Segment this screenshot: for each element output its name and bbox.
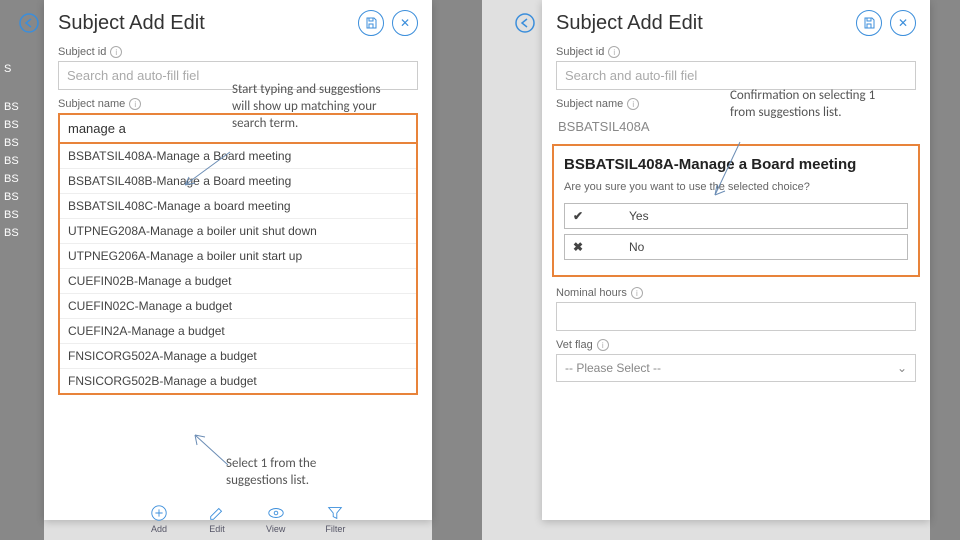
info-icon[interactable]: i	[631, 287, 643, 299]
modal-title: Subject Add Edit	[58, 12, 205, 35]
close-button[interactable]: ✕	[392, 10, 418, 36]
annotation-select: Select 1 from the suggestions list.	[226, 456, 376, 490]
background-mid	[432, 0, 482, 540]
annotation-confirm: Confirmation on selecting 1 from suggest…	[730, 88, 880, 122]
vet-flag-label: Vet flag i	[556, 339, 916, 351]
confirm-no-button[interactable]: ✖ No	[564, 234, 908, 260]
subject-id-label: Subject id i	[556, 46, 916, 58]
subject-id-input[interactable]	[556, 61, 916, 90]
save-button[interactable]	[856, 10, 882, 36]
footer-toolbar: Add Edit View Filter	[150, 504, 345, 534]
vet-flag-select[interactable]: -- Please Select -- ⌄	[556, 354, 916, 382]
save-button[interactable]	[358, 10, 384, 36]
cross-icon: ✖	[573, 240, 589, 254]
suggestion-item[interactable]: UTPNEG206A-Manage a boiler unit start up	[60, 244, 416, 269]
toolbar-view[interactable]: View	[266, 504, 285, 534]
check-icon: ✔	[573, 209, 589, 223]
info-icon[interactable]: i	[129, 98, 141, 110]
suggestion-item[interactable]: UTPNEG208A-Manage a boiler unit shut dow…	[60, 219, 416, 244]
suggestion-item[interactable]: CUEFIN02B-Manage a budget	[60, 269, 416, 294]
bg-code: BS	[0, 170, 44, 188]
bg-code: BS	[0, 224, 44, 242]
bg-code: BS	[0, 152, 44, 170]
info-icon[interactable]: i	[110, 46, 122, 58]
annotation-typing: Start typing and suggestions will show u…	[232, 82, 392, 133]
chevron-down-icon: ⌄	[897, 361, 907, 375]
nominal-hours-input[interactable]	[556, 302, 916, 331]
nominal-hours-label: Nominal hours i	[556, 287, 916, 299]
back-icon[interactable]	[514, 12, 536, 34]
info-icon[interactable]: i	[627, 98, 639, 110]
modal-subject-add-edit-right: Subject Add Edit ✕ Subject id i Subject …	[542, 0, 930, 520]
back-icon[interactable]	[18, 12, 40, 34]
close-button[interactable]: ✕	[890, 10, 916, 36]
arrow-icon	[190, 430, 240, 470]
suggestion-item[interactable]: FNSICORG502A-Manage a budget	[60, 344, 416, 369]
confirm-yes-button[interactable]: ✔ Yes	[564, 203, 908, 229]
bg-code: BS	[0, 98, 44, 116]
suggestion-item[interactable]: CUEFIN02C-Manage a budget	[60, 294, 416, 319]
background-right	[930, 0, 960, 540]
suggestion-item[interactable]: BSBATSIL408C-Manage a board meeting	[60, 194, 416, 219]
arrow-icon	[710, 140, 750, 200]
background-left: S BS BS BS BS BS BS BS BS	[0, 0, 44, 540]
bg-code: BS	[0, 206, 44, 224]
bg-code: BS	[0, 134, 44, 152]
info-icon[interactable]: i	[597, 339, 609, 351]
subject-id-label: Subject id i	[58, 46, 418, 58]
toolbar-edit[interactable]: Edit	[208, 504, 226, 534]
bg-code: BS	[0, 116, 44, 134]
bg-label: S	[0, 60, 44, 78]
toolbar-add[interactable]: Add	[150, 504, 168, 534]
arrow-icon	[180, 150, 240, 190]
suggestion-item[interactable]: CUEFIN2A-Manage a budget	[60, 319, 416, 344]
toolbar-filter[interactable]: Filter	[325, 504, 345, 534]
modal-title: Subject Add Edit	[556, 12, 703, 35]
info-icon[interactable]: i	[608, 46, 620, 58]
suggestion-item[interactable]: FNSICORG502B-Manage a budget	[60, 369, 416, 393]
bg-code: BS	[0, 188, 44, 206]
